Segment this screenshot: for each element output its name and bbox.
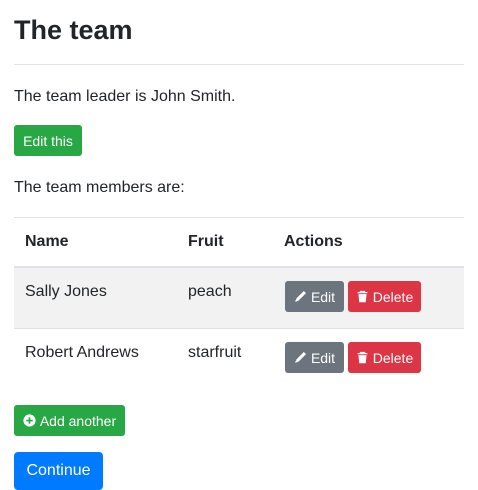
edit-leader-button[interactable]: Edit this: [14, 125, 82, 156]
edit-member-button[interactable]: Edit: [285, 281, 344, 312]
title-divider: [14, 64, 464, 65]
delete-label: Delete: [372, 349, 414, 366]
table-row: Sally Jones peach Edit Delete: [14, 268, 464, 328]
edit-label: Edit: [310, 349, 336, 366]
continue-label: Continue: [26, 462, 91, 479]
trash-icon: [356, 290, 369, 303]
pencil-icon: [294, 290, 307, 303]
edit-label: Edit: [310, 288, 336, 305]
team-members-intro: The team members are:: [14, 179, 185, 196]
header-actions: Actions: [284, 233, 343, 250]
table-row: Robert Andrews starfruit Edit Delete: [14, 329, 464, 389]
header-name: Name: [25, 233, 69, 250]
delete-member-button[interactable]: Delete: [348, 342, 421, 373]
member-name: Robert Andrews: [25, 344, 139, 361]
table-top-border: [14, 217, 464, 218]
continue-button[interactable]: Continue: [14, 452, 103, 490]
team-page: The team The team leader is John Smith. …: [0, 0, 478, 490]
team-leader-text: The team leader is John Smith.: [14, 88, 236, 105]
member-fruit: peach: [188, 283, 232, 300]
add-member-label: Add another: [39, 412, 117, 429]
plus-circle-icon: [23, 414, 36, 427]
add-member-button[interactable]: Add another: [14, 405, 125, 436]
edit-leader-button-label: Edit this: [23, 132, 73, 149]
trash-icon: [356, 351, 369, 364]
edit-member-button[interactable]: Edit: [285, 342, 344, 373]
pencil-icon: [294, 351, 307, 364]
delete-label: Delete: [372, 288, 414, 305]
member-fruit: starfruit: [188, 344, 242, 361]
delete-member-button[interactable]: Delete: [348, 281, 421, 312]
page-title: The team: [14, 15, 133, 45]
header-fruit: Fruit: [188, 233, 224, 250]
member-name: Sally Jones: [25, 283, 107, 300]
